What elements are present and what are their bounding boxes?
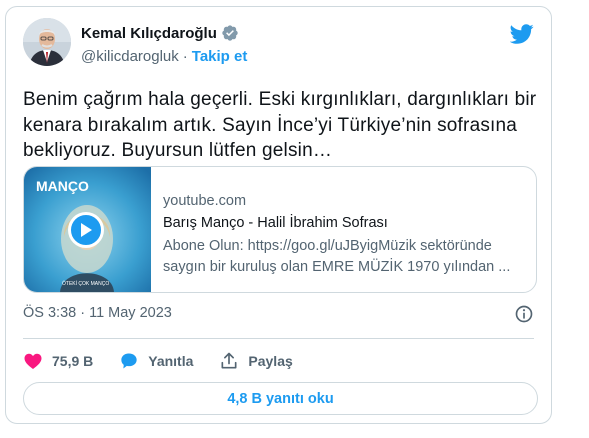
link-preview-card[interactable]: MANÇO ÖTEKİ ÇOK MANÇO youtube.com Barış … [23,166,537,293]
link-preview-title: Barış Manço - Halil İbrahim Sofrası [163,214,388,231]
avatar[interactable] [23,18,71,66]
link-preview-domain: youtube.com [163,193,247,209]
thumbnail-title: MANÇO [36,178,89,194]
tweet-actions: 75,9 B Yanıtla Paylaş [23,345,319,377]
share-label: Paylaş [248,353,293,369]
like-button[interactable]: 75,9 B [23,351,93,371]
reply-button[interactable]: Yanıtla [119,351,193,371]
handle-separator: · [182,48,188,65]
thumbnail-subtext: ÖTEKİ ÇOK MANÇO [62,280,109,287]
play-button[interactable] [68,212,104,248]
twitter-bird-icon[interactable] [510,22,534,46]
reply-label: Yanıtla [148,353,194,369]
link-preview-description: Abone Olun: https://goo.gl/uJByigMüzik s… [163,238,511,275]
verified-badge-icon [222,25,238,41]
author-handle-row: @kilicdarogluk · Takip et [81,48,247,65]
reply-bubble-icon [121,353,137,369]
author-name[interactable]: Kemal Kılıçdaroğlu [81,25,217,42]
share-icon [221,352,237,369]
divider [23,338,534,339]
like-count: 75,9 B [52,353,94,369]
info-icon[interactable] [514,304,534,324]
play-icon [81,223,92,237]
link-preview-body: youtube.com Barış Manço - Halil İbrahim … [151,167,525,292]
tweet-card: Kemal Kılıçdaroğlu @kilicdarogluk · Taki… [5,6,552,424]
tweet-text: Benim çağrım hala geçerli. Eski kırgınlı… [23,89,537,161]
tweet-timestamp[interactable]: ÖS 3:38 · 11 May 2023 [23,305,172,321]
link-preview-thumbnail: MANÇO ÖTEKİ ÇOK MANÇO [24,167,151,292]
heart-icon [24,353,42,369]
author-handle[interactable]: @kilicdarogluk [81,48,179,65]
share-button[interactable]: Paylaş [219,351,293,371]
follow-button[interactable]: Takip et [192,48,248,65]
author-name-row: Kemal Kılıçdaroğlu [81,24,239,42]
read-replies-button[interactable]: 4,8 B yanıtı oku [23,382,538,415]
